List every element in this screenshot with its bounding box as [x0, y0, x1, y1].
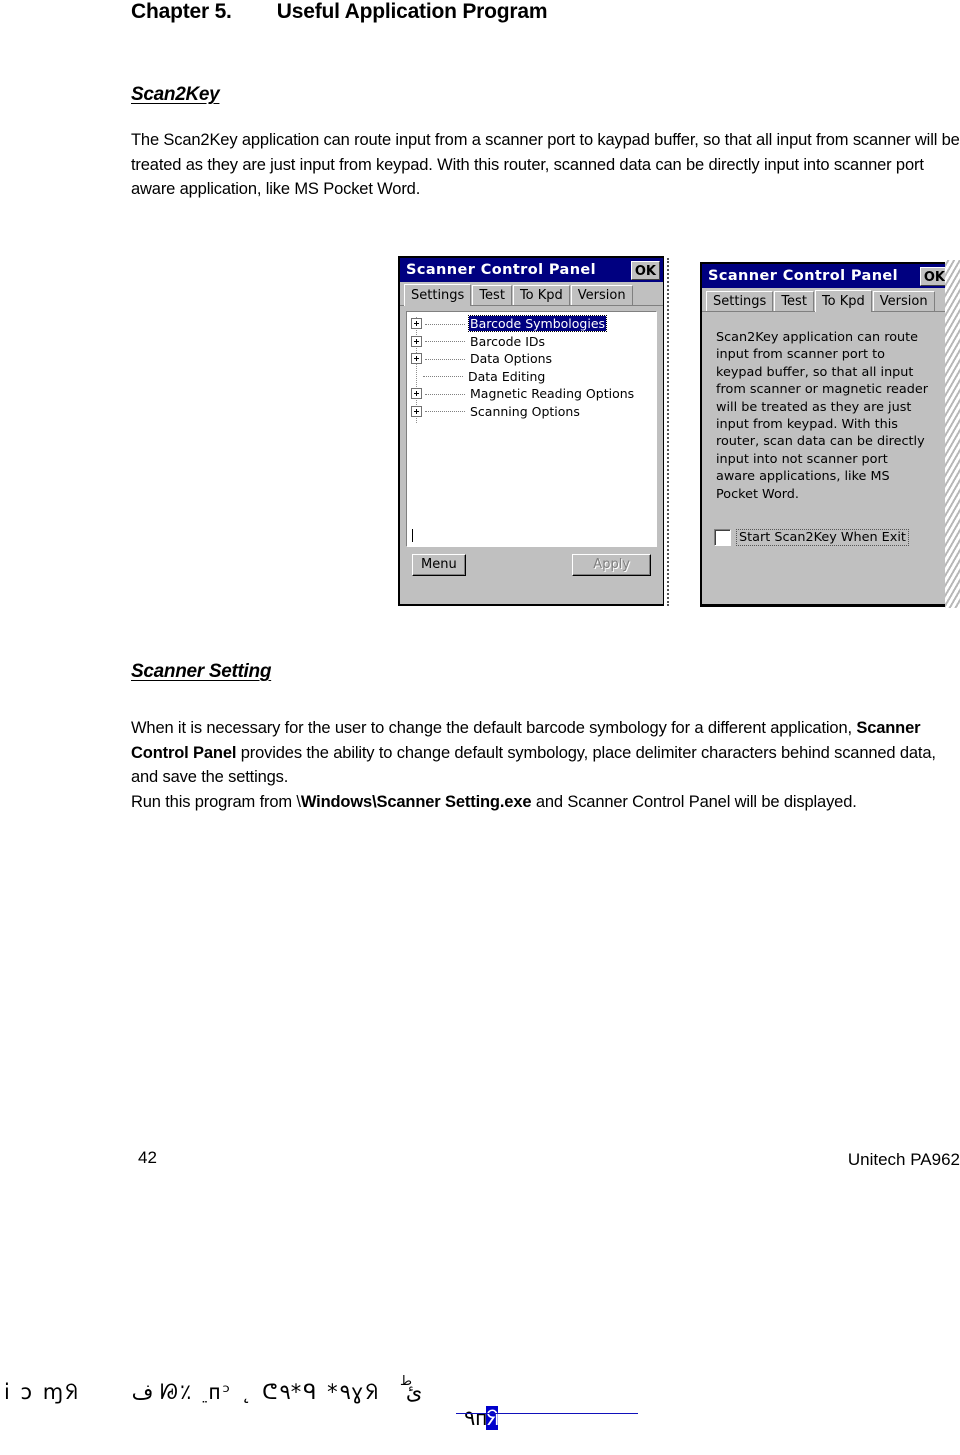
- tab-version[interactable]: Version: [873, 291, 935, 311]
- tab-bar: Settings Test To Kpd Version: [702, 288, 952, 312]
- tree-item-scanning-options[interactable]: Scanning Options: [411, 403, 656, 421]
- settings-tree[interactable]: Barcode Symbologies Barcode IDs Data Opt…: [406, 311, 657, 547]
- tree-connector: [425, 411, 465, 413]
- apply-button[interactable]: Apply: [572, 554, 651, 576]
- text-caret: [412, 529, 413, 542]
- tab-to-kpd[interactable]: To Kpd: [513, 285, 570, 305]
- tree-item-barcode-ids[interactable]: Barcode IDs: [411, 333, 656, 351]
- tree-item-barcode-symbologies[interactable]: Barcode Symbologies: [411, 315, 656, 333]
- scan-bottom-edge: [700, 604, 948, 607]
- tree-item-data-options[interactable]: Data Options: [411, 350, 656, 368]
- tree-connector: [425, 341, 465, 343]
- tree-connector: [425, 324, 465, 326]
- tree-item-label: Scanning Options: [469, 404, 581, 419]
- tab-bar: Settings Test To Kpd Version: [400, 282, 663, 306]
- tree-connector: [425, 394, 465, 396]
- artifact-plain: ٩ᴨ: [464, 1406, 486, 1430]
- scanner-setting-exe-path: Windows\Scanner Setting.exe: [301, 793, 532, 811]
- ok-button[interactable]: OK: [631, 261, 660, 280]
- expand-plus-icon[interactable]: [411, 388, 422, 399]
- screenshot-scanner-control-panel-settings: Scanner Control Panel OK Settings Test T…: [398, 256, 664, 606]
- section-body-scanner-setting: When it is necessary for the user to cha…: [131, 716, 960, 814]
- tree-item-label: Barcode IDs: [469, 334, 546, 349]
- tab-settings[interactable]: Settings: [706, 291, 773, 311]
- tab-test[interactable]: Test: [472, 285, 512, 305]
- checkbox-icon[interactable]: [714, 529, 731, 546]
- tree-leaf-spacer: [411, 372, 420, 381]
- button-row: Menu Apply: [400, 554, 663, 588]
- window-titlebar: Scanner Control Panel OK: [400, 258, 663, 282]
- tab-test[interactable]: Test: [774, 291, 814, 311]
- section-heading-scan2key: Scan2Key: [131, 84, 219, 106]
- artifact-glyphs-left: i ɔ ɱᖆ ف ᘘ٪ ֵ ᴨᵓ ˛ ᕦ٩*᲼ᑫ *٩ɣᖆ ئ: [4, 1380, 422, 1405]
- tree-item-label: Data Editing: [467, 369, 546, 384]
- window-titlebar: Scanner Control Panel OK: [702, 264, 952, 288]
- page-number: 42: [138, 1148, 157, 1168]
- tree-connector: [425, 359, 465, 361]
- screenshot-scanner-control-panel-tokpd: Scanner Control Panel OK Settings Test T…: [700, 262, 952, 606]
- tab-settings[interactable]: Settings: [404, 284, 471, 306]
- artifact-glyphs-mid: ط: [400, 1374, 412, 1389]
- scan-artifact-strip: i ɔ ɱᖆ ف ᘘ٪ ֵ ᴨᵓ ˛ ᕦ٩*᲼ᑫ *٩ɣᖆ ئ ط ٩ᴨᖆ: [0, 1380, 960, 1419]
- tab-version[interactable]: Version: [571, 285, 633, 305]
- tree-item-label: Barcode Symbologies: [469, 316, 606, 331]
- tree-item-magnetic-reading-options[interactable]: Magnetic Reading Options: [411, 385, 656, 403]
- section-body-scan2key: The Scan2Key application can route input…: [131, 128, 960, 202]
- scanner-setting-text-2: provides the ability to change default s…: [131, 744, 936, 787]
- window-title: Scanner Control Panel: [406, 262, 596, 278]
- checkbox-label: Start Scan2Key When Exit: [737, 530, 908, 545]
- scan-edge-hatch: [945, 260, 960, 608]
- tree-item-label: Magnetic Reading Options: [469, 386, 635, 401]
- scan-edge-dots: [667, 258, 672, 606]
- window-title: Scanner Control Panel: [708, 268, 898, 284]
- artifact-highlighted: ᖆ: [486, 1406, 497, 1430]
- scanner-setting-text-3: Run this program from \: [131, 793, 301, 811]
- document-page: Chapter 5. Useful Application Program Sc…: [0, 0, 960, 1419]
- tokpd-description-text: Scan2Key application can route input fro…: [702, 312, 952, 503]
- tree-item-label: Data Options: [469, 351, 553, 366]
- expand-plus-icon[interactable]: [411, 353, 422, 364]
- menu-button[interactable]: Menu: [412, 554, 466, 576]
- scanner-setting-text-1: When it is necessary for the user to cha…: [131, 719, 856, 737]
- expand-plus-icon[interactable]: [411, 336, 422, 347]
- section-heading-scanner-setting: Scanner Setting: [131, 661, 271, 683]
- expand-plus-icon[interactable]: [411, 318, 422, 329]
- tree-connector: [423, 376, 463, 378]
- start-scan2key-checkbox-row[interactable]: Start Scan2Key When Exit: [714, 529, 952, 546]
- artifact-underline-rule: [456, 1413, 638, 1414]
- footer-brand: Unitech PA962: [848, 1150, 960, 1170]
- expand-plus-icon[interactable]: [411, 406, 422, 417]
- tree-item-data-editing[interactable]: Data Editing: [411, 368, 656, 386]
- scanner-setting-text-4: and Scanner Control Panel will be displa…: [531, 793, 856, 811]
- tab-to-kpd[interactable]: To Kpd: [815, 290, 872, 312]
- chapter-heading: Chapter 5. Useful Application Program: [131, 0, 547, 24]
